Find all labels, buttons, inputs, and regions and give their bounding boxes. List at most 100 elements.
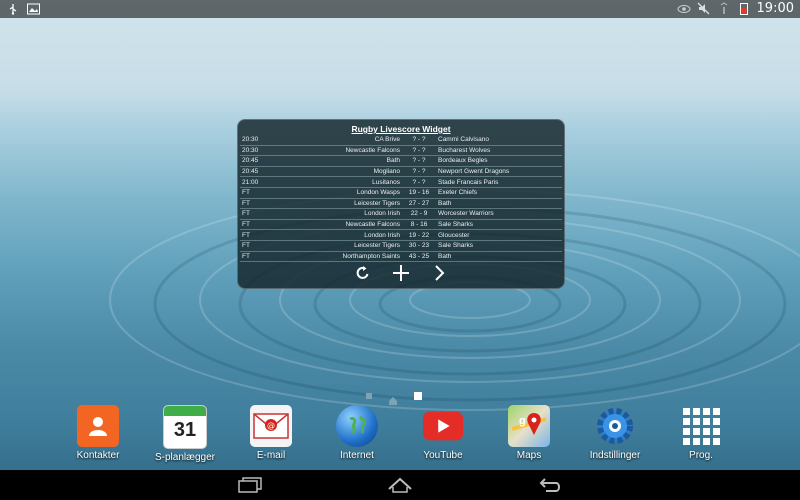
home-team: London Irish <box>272 208 402 220</box>
match-row: 20:45 Mogliano? - ? Newport Gwent Dragons <box>240 166 562 178</box>
away-team: Exeter Chiefs <box>436 187 562 199</box>
match-row: FT Newcastle Falcons 8 - 16 Sale Sharks <box>240 219 562 231</box>
home-team: CA Brive <box>272 135 402 146</box>
home-team: Leicester Tigers <box>272 198 402 210</box>
match-score: 19 - 22 <box>402 229 436 241</box>
contacts-icon <box>77 405 119 447</box>
match-score: ? - ? <box>402 176 436 188</box>
match-row: 21:00 Lusitanos? - ? Stade Francais Paris <box>240 176 562 188</box>
match-time: 20:30 <box>240 135 272 146</box>
match-time: FT <box>240 219 272 231</box>
image-icon <box>26 2 40 16</box>
wifi-icon <box>717 2 731 16</box>
email-icon: @ <box>250 405 292 447</box>
match-row: FT Leicester Tigers 30 - 23 Sale Sharks <box>240 240 562 252</box>
match-time: 21:00 <box>240 176 272 188</box>
match-time: FT <box>240 208 272 220</box>
away-team: Gloucester <box>436 229 562 241</box>
match-score: ? - ? <box>402 166 436 178</box>
match-time: 20:45 <box>240 166 272 178</box>
apps-grid-icon <box>680 405 722 447</box>
match-score: 19 - 16 <box>402 187 436 199</box>
recent-apps-icon[interactable] <box>235 475 265 495</box>
match-row: FT London Irish 19 - 22 Gloucester <box>240 229 562 241</box>
home-team: Lusitanos <box>272 176 402 188</box>
away-team: Sale Sharks <box>436 219 562 231</box>
match-score: 43 - 25 <box>402 251 436 263</box>
match-time: 20:45 <box>240 155 272 167</box>
refresh-icon[interactable] <box>354 264 372 282</box>
match-time: FT <box>240 187 272 199</box>
svg-text:g: g <box>519 415 526 427</box>
app-dock: Kontakter 31 S-planlægger @ E-mail Inter… <box>0 405 800 469</box>
eye-icon <box>677 2 691 16</box>
match-score: ? - ? <box>402 155 436 167</box>
match-score: ? - ? <box>402 135 436 146</box>
home-team: Leicester Tigers <box>272 240 402 252</box>
chevron-right-icon[interactable] <box>430 264 448 282</box>
home-page-icon[interactable] <box>388 391 398 405</box>
svg-text:@: @ <box>267 421 275 430</box>
page-dot[interactable] <box>366 393 372 399</box>
match-time: FT <box>240 229 272 241</box>
match-time: FT <box>240 240 272 252</box>
back-icon[interactable] <box>535 475 565 495</box>
globe-icon <box>336 405 378 447</box>
match-row: 20:30 Newcastle Falcons? - ? Bucharest Wol… <box>240 145 562 157</box>
app-indstillinger[interactable]: Indstillinger <box>575 405 655 461</box>
plus-icon[interactable] <box>392 264 410 282</box>
settings-icon <box>594 405 636 447</box>
match-score: 27 - 27 <box>402 198 436 210</box>
match-score: ? - ? <box>402 145 436 157</box>
app-internet[interactable]: Internet <box>317 405 397 461</box>
match-table: 20:30 CA Brive? - ? Cammi Calvisano 20:30 Ne… <box>240 135 562 263</box>
app-kontakter[interactable]: Kontakter <box>58 405 138 461</box>
match-row: FT London Wasps 19 - 16 Exeter Chiefs <box>240 187 562 199</box>
match-score: 30 - 23 <box>402 240 436 252</box>
away-team: Bath <box>436 198 562 210</box>
page-dot-active[interactable] <box>414 392 422 400</box>
navigation-bar <box>0 470 800 500</box>
away-team: Bath <box>436 251 562 263</box>
rugby-livescore-widget[interactable]: Rugby Livescore Widget 20:30 CA Brive? - … <box>237 119 565 289</box>
home-team: London Wasps <box>272 187 402 199</box>
home-team: Mogliano <box>272 166 402 178</box>
away-team: Newport Gwent Dragons <box>436 166 562 178</box>
mute-icon <box>697 2 711 16</box>
youtube-icon <box>422 405 464 447</box>
away-team: Stade Francais Paris <box>436 176 562 188</box>
app-prog[interactable]: Prog. <box>661 405 741 461</box>
match-score: 22 - 9 <box>402 208 436 220</box>
widget-title: Rugby Livescore Widget <box>351 124 451 134</box>
page-indicator <box>366 391 422 405</box>
match-time: FT <box>240 198 272 210</box>
match-row: FT London Irish 22 - 9 Worcester Warriors <box>240 208 562 220</box>
match-row: 20:30 CA Brive? - ? Cammi Calvisano <box>240 135 562 146</box>
away-team: Bucharest Wolves <box>436 145 562 157</box>
home-icon[interactable] <box>385 475 415 495</box>
match-row: FT Northampton Saints 43 - 25 Bath <box>240 251 562 263</box>
app-maps[interactable]: g Maps <box>489 405 569 461</box>
app-youtube[interactable]: YouTube <box>403 405 483 461</box>
match-time: 20:30 <box>240 145 272 157</box>
match-time: FT <box>240 251 272 263</box>
home-team: Newcastle Falcons <box>272 219 402 231</box>
battery-icon <box>737 2 751 16</box>
app-email[interactable]: @ E-mail <box>231 405 311 461</box>
maps-icon: g <box>508 405 550 447</box>
match-row: FT Leicester Tigers 27 - 27 Bath <box>240 198 562 210</box>
away-team: Cammi Calvisano <box>436 135 562 146</box>
home-team: Northampton Saints <box>272 251 402 263</box>
home-team: Bath <box>272 155 402 167</box>
clock: 19:00 <box>756 1 794 16</box>
home-team: London Irish <box>272 229 402 241</box>
home-team: Newcastle Falcons <box>272 145 402 157</box>
away-team: Sale Sharks <box>436 240 562 252</box>
away-team: Bordeaux Begles <box>436 155 562 167</box>
away-team: Worcester Warriors <box>436 208 562 220</box>
match-row: 20:45 Bath? - ? Bordeaux Begles <box>240 155 562 167</box>
app-s-planlaegger[interactable]: 31 S-planlægger <box>145 405 225 463</box>
calendar-icon: 31 <box>163 405 207 449</box>
usb-icon <box>6 2 20 16</box>
match-score: 8 - 16 <box>402 219 436 231</box>
